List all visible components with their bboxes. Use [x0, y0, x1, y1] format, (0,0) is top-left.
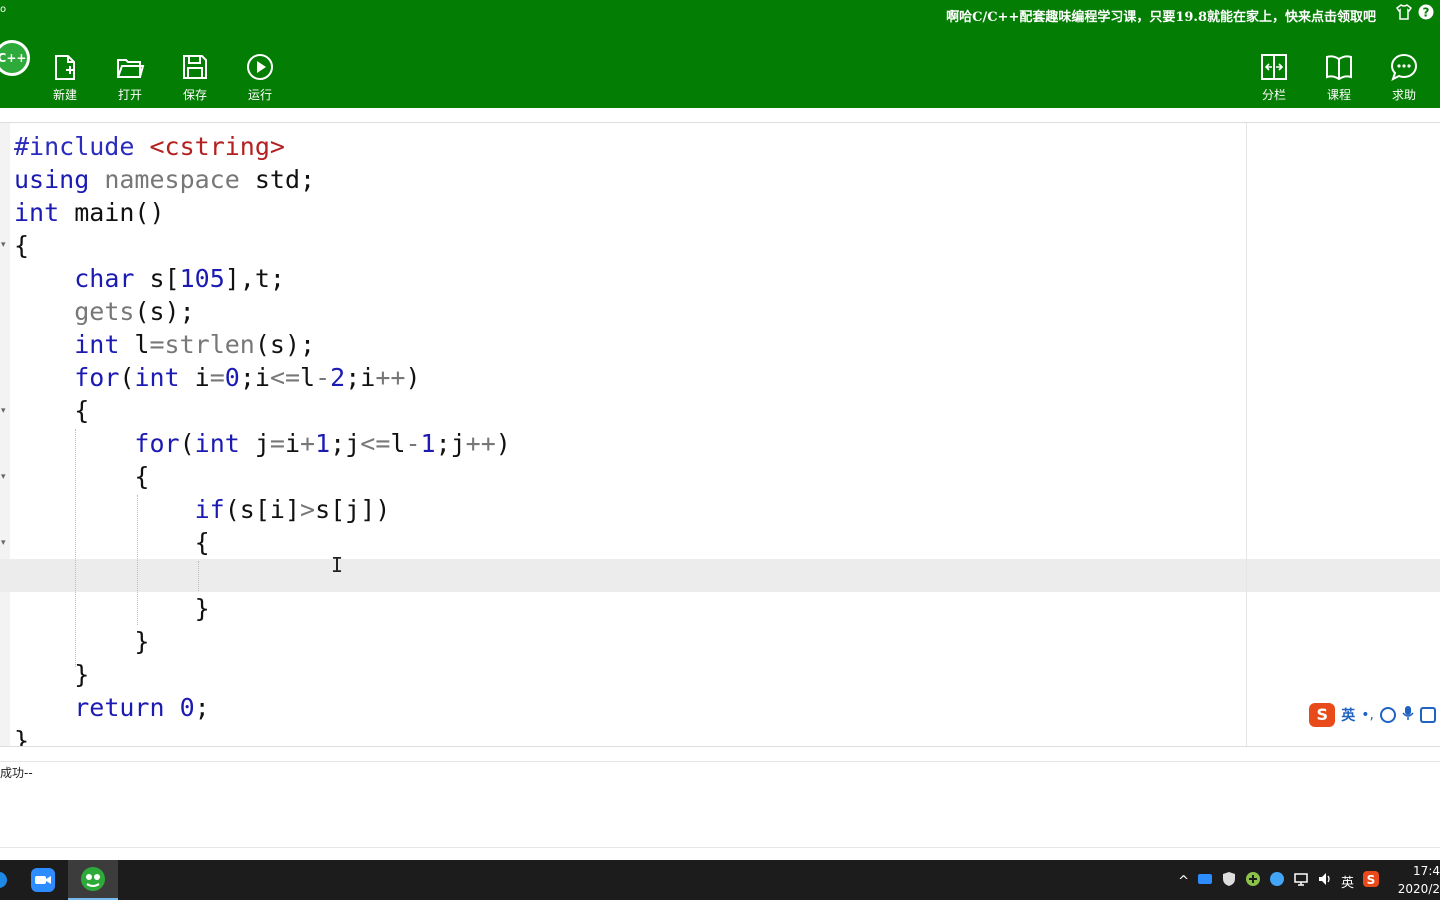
code-line[interactable]: for(int i=0;i<=l-2;i++): [14, 361, 511, 394]
app-logo: C++: [0, 40, 30, 76]
clock-date: 2020/2: [1397, 882, 1440, 896]
shirt-icon[interactable]: [1395, 4, 1413, 20]
save-button-label: 保存: [182, 88, 207, 102]
run-button-label: 运行: [247, 88, 272, 102]
fold-marker[interactable]: ▾: [1, 240, 7, 250]
clock-time: 17:4: [1413, 864, 1440, 878]
new-button[interactable]: 新建: [41, 52, 89, 103]
tray-plus-icon[interactable]: [1245, 871, 1261, 891]
code-line[interactable]: for(int j=i+1;j<=l-1;j++): [14, 427, 510, 460]
code-line[interactable]: gets(s);: [14, 295, 511, 328]
system-tray: ^ 英 S: [1178, 870, 1380, 892]
code-line[interactable]: {: [14, 394, 511, 427]
tray-language[interactable]: 英: [1341, 872, 1354, 891]
tray-expand-icon[interactable]: ^: [1178, 874, 1189, 889]
sogou-logo-icon[interactable]: S: [1309, 703, 1336, 727]
code-line[interactable]: }: [14, 658, 511, 691]
help-label: 求助: [1391, 88, 1416, 102]
volume-icon[interactable]: [1317, 871, 1333, 891]
svg-text:S: S: [1367, 873, 1376, 887]
video-camera-icon: [31, 868, 55, 892]
ime-language[interactable]: 英: [1341, 705, 1355, 725]
code-line[interactable]: }: [14, 625, 511, 658]
output-panel: 成功--: [0, 746, 1440, 860]
help-button[interactable]: 求助: [1380, 52, 1428, 103]
code-line[interactable]: int l=strlen(s);: [14, 328, 511, 361]
code-editor[interactable]: ▾ ▾ ▾ ▾ #include <cstring> using namespac…: [0, 122, 1440, 746]
folder-open-icon: [117, 59, 145, 78]
code-line[interactable]: if(s[i]>s[j]): [14, 493, 511, 526]
code-line[interactable]: return 0;: [14, 691, 511, 724]
fold-marker[interactable]: ▾: [1, 538, 7, 548]
course-label: 课程: [1326, 88, 1351, 102]
fold-marker[interactable]: ▾: [1, 472, 7, 482]
code-line[interactable]: {: [14, 460, 511, 493]
code-line[interactable]: using namespace std;: [14, 163, 511, 196]
code-line[interactable]: {: [14, 229, 511, 262]
book-icon: [1326, 55, 1352, 81]
emoji-icon[interactable]: [1380, 707, 1396, 723]
svg-text:?: ?: [1423, 6, 1430, 20]
new-file-icon: [55, 55, 75, 80]
play-circle-icon: [247, 54, 273, 80]
editor-gutter: [0, 123, 10, 746]
microphone-icon[interactable]: [1402, 705, 1414, 725]
toolbox-icon[interactable]: [1420, 707, 1436, 723]
open-button[interactable]: 打开: [106, 52, 154, 103]
code-line[interactable]: #include <cstring>: [14, 130, 511, 163]
save-button[interactable]: 保存: [171, 52, 219, 103]
network-icon[interactable]: [1293, 871, 1309, 891]
course-button[interactable]: 课程: [1315, 52, 1363, 103]
code-line[interactable]: int main(): [14, 196, 511, 229]
code-line[interactable]: }: [14, 724, 511, 746]
sogou-tray-icon[interactable]: S: [1362, 870, 1380, 892]
output-divider: [0, 761, 1440, 762]
taskbar-video-app[interactable]: [18, 860, 68, 900]
ime-punctuation[interactable]: •,: [1361, 707, 1374, 723]
title-bar: o 啊哈C/C++配套趣味编程学习课，只要19.8就能在家上，快来点击领取吧 ?…: [0, 0, 1440, 108]
code-text[interactable]: #include <cstring> using namespace std; in…: [14, 130, 511, 746]
right-margin-line: [1246, 123, 1247, 746]
run-button[interactable]: 运行: [236, 52, 284, 103]
save-disk-icon: [183, 55, 207, 79]
text-cursor-icon: I: [331, 553, 344, 577]
fold-marker[interactable]: ▾: [1, 406, 7, 416]
window-title: o: [0, 4, 7, 15]
taskbar-ide-app[interactable]: [68, 860, 118, 900]
output-divider: [0, 847, 1440, 848]
split-columns-icon: [1261, 54, 1287, 80]
tray-shield-icon[interactable]: [1221, 871, 1237, 891]
tray-app-icon[interactable]: [1197, 871, 1213, 891]
taskbar-clock[interactable]: 17:4 2020/2: [1392, 862, 1440, 898]
ide-app-icon: [81, 867, 105, 891]
taskbar: ^ 英 S 17:4 2020/2: [0, 860, 1440, 900]
ime-toolbar[interactable]: S 英 •,: [1305, 701, 1440, 729]
split-view-button[interactable]: 分栏: [1250, 52, 1298, 103]
code-line[interactable]: char s[105],t;: [14, 262, 511, 295]
output-message: 成功--: [0, 766, 33, 780]
open-button-label: 打开: [117, 88, 142, 102]
title-bar-icons: ?: [1395, 4, 1434, 20]
help-circle-icon[interactable]: ?: [1418, 4, 1434, 20]
code-line[interactable]: {: [14, 526, 511, 559]
code-line[interactable]: [14, 559, 511, 592]
tray-bird-icon[interactable]: [1269, 871, 1285, 891]
new-button-label: 新建: [52, 88, 77, 102]
promo-link[interactable]: 啊哈C/C++配套趣味编程学习课，只要19.8就能在家上，快来点击领取吧: [946, 6, 1376, 25]
code-line[interactable]: }: [14, 592, 511, 625]
chat-bubble-icon: [1390, 53, 1418, 81]
split-view-label: 分栏: [1261, 88, 1286, 102]
